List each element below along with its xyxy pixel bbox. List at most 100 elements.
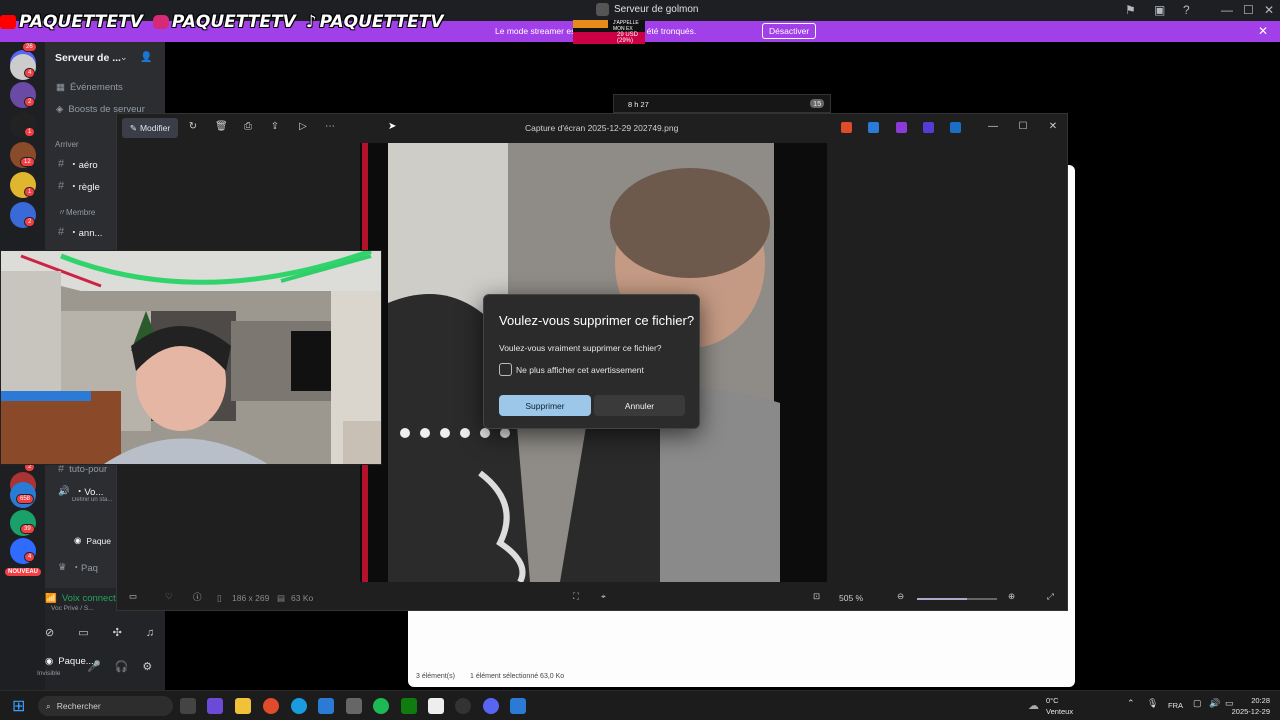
zoom-level[interactable]: 505 % xyxy=(839,593,863,603)
fit-icon[interactable]: ⊡ xyxy=(813,591,820,602)
category-arriver[interactable]: Arriver xyxy=(55,140,79,149)
spotify-icon[interactable] xyxy=(373,698,389,714)
chrome-icon[interactable] xyxy=(263,698,279,714)
settings-app-icon[interactable] xyxy=(346,698,362,714)
zoom-slider[interactable] xyxy=(917,598,997,600)
phone-time: 8 h 27 xyxy=(628,100,649,109)
confirm-delete-button[interactable]: Supprimer xyxy=(499,395,591,416)
screen-icon[interactable]: ▣ xyxy=(1154,3,1165,17)
mic-tray-icon[interactable]: 🎙 xyxy=(1147,698,1158,709)
photos-title: Capture d'écran 2025-12-29 202749.png xyxy=(525,123,679,133)
gear-icon[interactable]: ⚙ xyxy=(142,660,152,673)
server-header[interactable]: Serveur de ... xyxy=(55,52,121,64)
inbox-icon[interactable]: ⚑ xyxy=(1125,3,1136,17)
store-icon[interactable] xyxy=(428,698,444,714)
fullscreen-icon[interactable]: ⤢ xyxy=(1047,591,1054,602)
slideshow-icon[interactable]: ▷ xyxy=(297,121,309,133)
volume-icon[interactable]: 🔊 xyxy=(1209,698,1220,709)
chevron-up-icon[interactable]: ⌃ xyxy=(1127,698,1135,709)
windows-start-icon[interactable]: ⊞ xyxy=(12,696,25,716)
zoom-out-icon[interactable]: ⊖ xyxy=(897,591,904,602)
new-badge: NOUVEAU xyxy=(5,568,42,576)
delete-icon[interactable]: 🗑 xyxy=(215,121,228,133)
webcam-feed xyxy=(0,250,382,465)
maximize-button[interactable]: ☐ xyxy=(1243,3,1254,17)
clipchamp-icon[interactable] xyxy=(896,122,907,133)
minimize-button[interactable]: — xyxy=(1221,3,1233,17)
dont-show-checkbox[interactable] xyxy=(499,363,512,376)
search-icon: ⌕ xyxy=(46,700,51,711)
screen-share-icon[interactable]: ▭ xyxy=(78,626,88,639)
channel-regle[interactable]: # ・règle xyxy=(58,179,100,193)
chevron-down-icon[interactable]: ⌄ xyxy=(120,52,128,63)
channel-pa[interactable]: ♛ ・Paq xyxy=(58,560,98,575)
discord-icon[interactable] xyxy=(483,698,499,714)
hash-icon: # xyxy=(58,158,65,170)
editor-icon[interactable] xyxy=(923,122,934,133)
taskbar-search[interactable]: ⌕ Rechercher xyxy=(38,696,173,716)
edge-icon[interactable] xyxy=(291,698,307,714)
voice-sub[interactable]: Voc Privé / S... xyxy=(51,605,94,612)
minimize-icon[interactable]: — xyxy=(987,121,999,133)
activities-icon[interactable]: ✣ xyxy=(113,626,122,639)
edit-label: Modifier xyxy=(139,123,171,133)
badge: 39 xyxy=(20,524,35,534)
voice-controls: ⊘ ▭ ✣ ♫ xyxy=(45,626,154,640)
tiktok-icon: ♪ xyxy=(305,12,317,32)
add-member-icon[interactable]: 👤 xyxy=(140,52,152,63)
titlebar-server: Serveur de golmon xyxy=(596,3,699,16)
scan-icon[interactable]: ⌖ xyxy=(601,591,606,602)
copilot-icon[interactable] xyxy=(841,122,852,133)
channel-ann[interactable]: # ・ann... xyxy=(58,225,102,239)
maximize-icon[interactable]: ☐ xyxy=(1017,121,1029,133)
instagram-icon xyxy=(152,15,169,29)
zoom-in-icon[interactable]: ⊕ xyxy=(1008,591,1015,602)
language[interactable]: FRA xyxy=(1168,701,1183,710)
task-view-icon[interactable] xyxy=(180,698,196,714)
obs-icon[interactable] xyxy=(455,698,471,714)
channel-aero[interactable]: # ・aéro xyxy=(58,157,98,171)
photos-app-icon[interactable] xyxy=(510,698,526,714)
file-explorer-icon[interactable] xyxy=(235,698,251,714)
category-membre[interactable]: 〃Membre xyxy=(58,207,95,218)
close-banner-icon[interactable]: ✕ xyxy=(1258,24,1268,38)
close-window-button[interactable]: ✕ xyxy=(1264,3,1274,17)
disable-streamer-button[interactable]: Désactiver xyxy=(762,23,817,39)
sidebar-events[interactable]: ▦ Événements xyxy=(56,82,123,93)
soundboard-icon[interactable]: ♫ xyxy=(146,627,154,639)
headphones-icon[interactable]: 🎧 xyxy=(115,660,129,673)
file-icon: ▤ xyxy=(277,593,286,603)
copilot-app-icon[interactable] xyxy=(207,698,223,714)
designer-icon[interactable] xyxy=(868,122,879,133)
edit-button[interactable]: ✎ Modifier xyxy=(122,118,178,138)
mail-icon[interactable] xyxy=(318,698,334,714)
xbox-icon[interactable] xyxy=(401,698,417,714)
weather-temp[interactable]: 0°C xyxy=(1046,696,1059,705)
mic-icon[interactable]: 🎤 xyxy=(87,660,101,673)
share-icon[interactable]: ⇪ xyxy=(269,121,281,133)
clock-time[interactable]: 20:28 xyxy=(1248,696,1270,705)
crop-icon[interactable]: ⛶ xyxy=(573,591,579,602)
weather-desc[interactable]: Venteux xyxy=(1046,707,1073,716)
dialog-message: Voulez-vous vraiment supprimer ce fichie… xyxy=(499,343,662,353)
network-icon[interactable]: ▢ xyxy=(1193,698,1202,709)
delete-dialog: Voulez-vous supprimer ce fichier? Voulez… xyxy=(483,294,700,429)
close-icon[interactable]: ✕ xyxy=(1047,121,1059,133)
more-icon[interactable]: ⋯ xyxy=(324,121,336,133)
dont-show-label[interactable]: Ne plus afficher cet avertissement xyxy=(516,365,644,375)
print-icon[interactable]: ⎙ xyxy=(242,121,254,133)
camera-off-icon[interactable]: ⊘ xyxy=(45,626,54,639)
voice-user[interactable]: ◉ Paque xyxy=(74,535,111,546)
help-icon[interactable]: ? xyxy=(1183,3,1190,17)
info-icon[interactable]: ⓘ xyxy=(193,591,202,603)
signal-icon: 📶 xyxy=(45,593,57,604)
filmstrip-icon[interactable]: ▭ xyxy=(129,591,137,602)
voice-channel[interactable]: 🔊 ・Vo... xyxy=(58,484,103,499)
badge: 1 xyxy=(24,187,36,197)
cancel-button[interactable]: Annuler xyxy=(594,395,685,416)
clock-date[interactable]: 2025-12-29 xyxy=(1228,707,1270,716)
onedrive-icon[interactable] xyxy=(950,122,961,133)
search-placeholder: Rechercher xyxy=(56,701,101,711)
favorite-icon[interactable]: ♡ xyxy=(165,591,173,602)
rotate-icon[interactable]: ↻ xyxy=(187,121,199,133)
